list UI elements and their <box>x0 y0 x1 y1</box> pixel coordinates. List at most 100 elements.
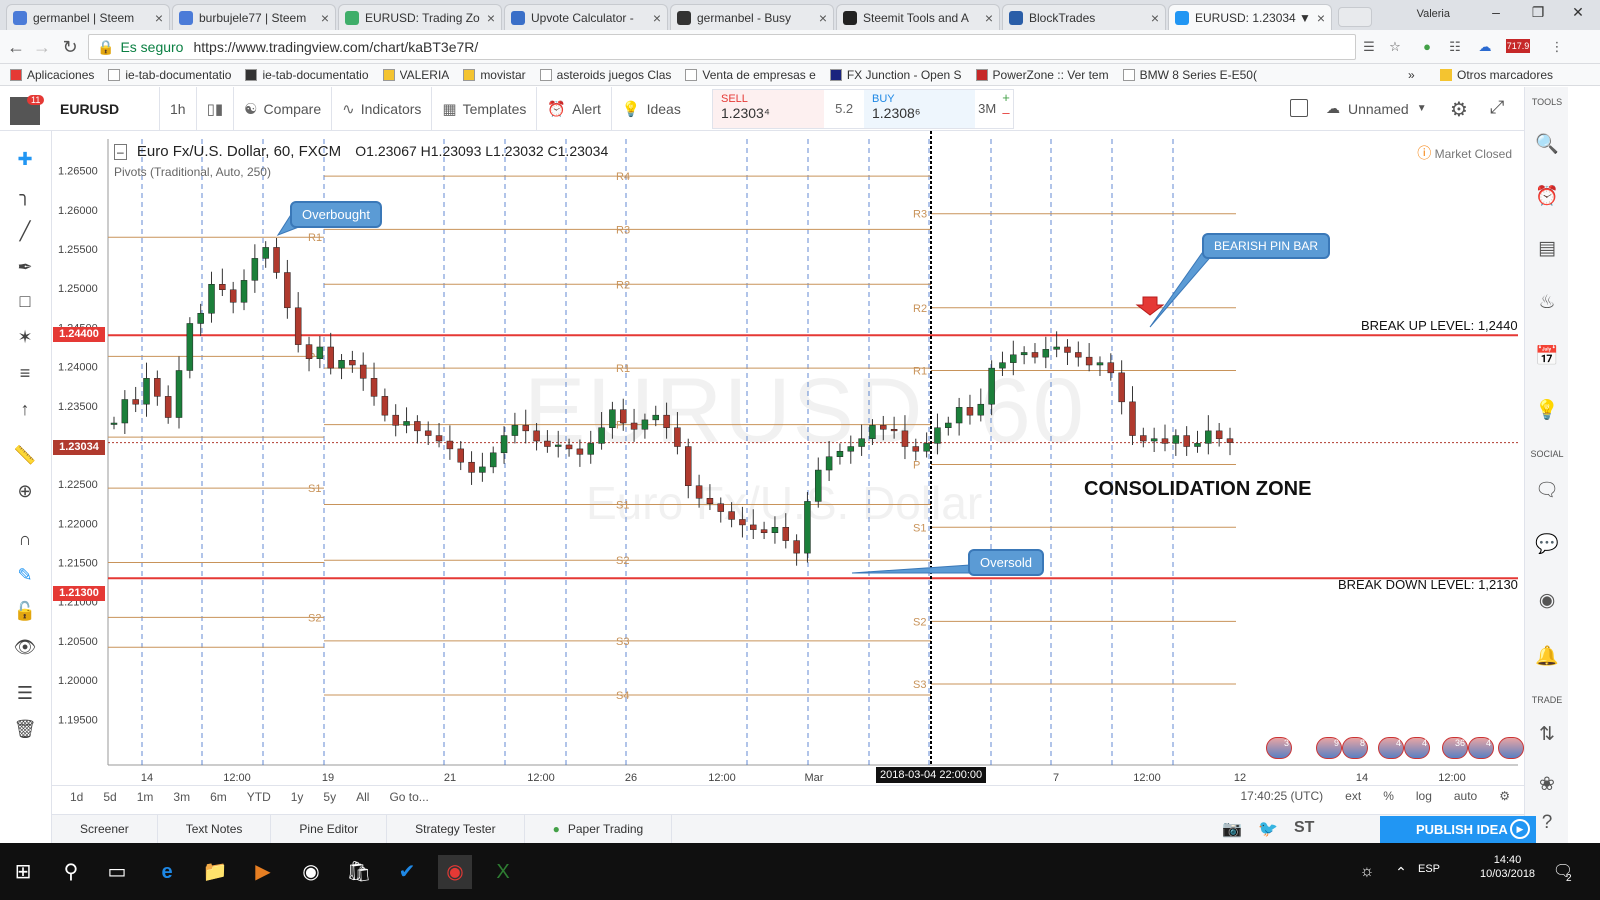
economic-event-flag-icon[interactable]: 4 <box>1468 737 1494 759</box>
range-button[interactable]: 1y <box>291 790 304 804</box>
candle-body[interactable] <box>706 498 714 505</box>
scale-ext[interactable]: ext <box>1345 789 1361 803</box>
indicator-legend[interactable]: Pivots (Traditional, Auto, 250) <box>114 165 271 179</box>
minus-icon[interactable]: – <box>999 105 1013 120</box>
range-button[interactable]: YTD <box>247 790 271 804</box>
app-check-icon[interactable]: ✔ <box>390 855 424 889</box>
candle-body[interactable] <box>825 456 833 471</box>
browser-tab[interactable]: burbujele77 | Steem × <box>172 4 336 30</box>
close-tab-icon[interactable]: × <box>653 10 661 26</box>
translate-icon[interactable]: ☰ <box>1360 39 1378 55</box>
break-up-level-label[interactable]: BREAK UP LEVEL: 1,2440 <box>1361 318 1518 333</box>
economic-event-flag-icon[interactable]: 3 <box>1266 737 1292 759</box>
candle-body[interactable] <box>641 419 649 430</box>
chart-area[interactable]: EURUSD, 60 Euro Fx/U.S. Dollar 1.26500 1.… <box>52 131 1524 789</box>
private-chat-icon[interactable]: 💬 <box>1535 533 1559 557</box>
chart-style-button[interactable]: ▯▮ <box>197 86 235 131</box>
bookmark-item[interactable]: FX Junction - Open S <box>829 68 962 82</box>
browser-tab[interactable]: Steemit Tools and A × <box>836 4 1000 30</box>
other-bookmarks[interactable]: Otros marcadores <box>1440 68 1553 82</box>
stay-drawing-icon[interactable]: ✎ <box>12 563 38 587</box>
candle-body[interactable] <box>760 529 768 534</box>
candle-body[interactable] <box>1194 443 1201 447</box>
candle-body[interactable] <box>804 501 811 554</box>
hotlist-flame-icon[interactable]: ♨ <box>1535 291 1559 315</box>
candle-body[interactable] <box>1085 356 1093 366</box>
candle-body[interactable] <box>154 378 161 397</box>
candle-body[interactable] <box>663 414 670 428</box>
candle-body[interactable] <box>392 414 399 426</box>
economic-event-flag-icon[interactable]: 4 <box>1404 737 1430 759</box>
system-clock[interactable]: 14:40 10/03/2018 <box>1480 853 1535 881</box>
eye-icon[interactable]: 👁 <box>12 635 38 659</box>
candle-body[interactable] <box>219 284 226 290</box>
candle-body[interactable] <box>446 440 454 450</box>
settings-gear-icon[interactable]: ⚙ <box>1450 97 1468 122</box>
bookmark-star-icon[interactable]: ☆ <box>1386 39 1404 55</box>
browser-tab[interactable]: EURUSD: Trading Zo × <box>338 4 502 30</box>
ideas-stream-icon[interactable]: 💡 <box>1535 399 1559 423</box>
close-window-icon[interactable]: ✕ <box>1558 4 1598 24</box>
candle-body[interactable] <box>793 540 800 554</box>
layers-icon[interactable]: ☰ <box>12 681 38 705</box>
bookmark-item[interactable]: VALERIA <box>382 68 449 82</box>
candle-body[interactable] <box>836 450 844 457</box>
indicators-button[interactable]: ∿ Indicators <box>332 86 433 131</box>
candle-body[interactable] <box>1140 435 1147 442</box>
stocktwits-icon[interactable]: ST <box>1294 819 1314 837</box>
candle-body[interactable] <box>284 272 291 309</box>
reload-icon[interactable]: ↻ <box>60 37 80 57</box>
candle-body[interactable] <box>479 466 486 473</box>
range-button[interactable]: 5y <box>323 790 336 804</box>
tab-text-notes[interactable]: Text Notes <box>158 814 272 844</box>
browser-user-name[interactable]: Valeria <box>1417 8 1450 20</box>
candle-body[interactable] <box>1150 438 1158 442</box>
camera-icon[interactable]: 📷 <box>1222 819 1242 839</box>
new-tab-button[interactable] <box>1338 7 1372 27</box>
utc-clock[interactable]: 17:40:25 (UTC) <box>1240 789 1323 803</box>
candle-body[interactable] <box>782 527 790 541</box>
notifications-bell-icon[interactable]: 🔔 <box>1535 645 1559 669</box>
forward-icon[interactable]: → <box>32 37 52 57</box>
search-icon[interactable]: ⚲ <box>54 855 88 889</box>
candle-body[interactable] <box>1118 372 1125 403</box>
range-button[interactable]: 5d <box>103 790 116 804</box>
candle-body[interactable] <box>728 511 735 520</box>
browser-menu-icon[interactable]: ⋮ <box>1548 39 1566 55</box>
candle-body[interactable] <box>424 430 432 436</box>
scale-log[interactable]: log <box>1416 789 1432 803</box>
tray-chevron-icon[interactable]: ⌃ <box>1384 855 1418 889</box>
candle-body[interactable] <box>880 425 887 430</box>
candle-body[interactable] <box>435 435 443 442</box>
chrome-icon[interactable]: ◉ <box>438 855 472 889</box>
hp-icon[interactable]: ◉ <box>294 855 328 889</box>
economic-event-flag-icon[interactable]: 9 <box>1316 737 1342 759</box>
store-icon[interactable]: 🛍 <box>342 855 376 889</box>
candle-body[interactable] <box>468 461 475 473</box>
browser-tab[interactable]: EURUSD: 1.23034 ▼ × <box>1168 4 1332 30</box>
candle-body[interactable] <box>457 448 464 463</box>
quantity-value[interactable]: 3M <box>975 90 999 128</box>
order-panel-icon[interactable]: ⇅ <box>1535 723 1559 747</box>
lock-drawings-icon[interactable]: 🔓 <box>12 599 38 623</box>
candle-body[interactable] <box>750 524 757 530</box>
back-icon[interactable]: ← <box>6 37 26 57</box>
vertical-line-icon[interactable]: ╮ <box>12 183 38 207</box>
candle-body[interactable] <box>208 284 215 314</box>
candle-body[interactable] <box>240 280 248 303</box>
candle-body[interactable] <box>197 313 204 324</box>
candle-body[interactable] <box>619 409 627 424</box>
close-tab-icon[interactable]: × <box>487 10 495 26</box>
candle-body[interactable] <box>186 323 194 371</box>
bookmark-item[interactable]: asteroids juegos Clas <box>539 68 671 82</box>
candle-body[interactable] <box>977 403 985 416</box>
fib-tool-icon[interactable]: ≡ <box>12 361 38 385</box>
bookmark-item[interactable]: Aplicaciones <box>10 68 94 82</box>
candle-body[interactable] <box>815 469 822 502</box>
compare-button[interactable]: ☯ Compare <box>234 86 333 131</box>
candle-body[interactable] <box>511 425 519 436</box>
candle-body[interactable] <box>229 289 237 303</box>
ideas-button[interactable]: 💡 Ideas <box>612 87 691 131</box>
magnet-icon[interactable]: ∩ <box>12 527 38 551</box>
candle-body[interactable] <box>294 307 302 345</box>
